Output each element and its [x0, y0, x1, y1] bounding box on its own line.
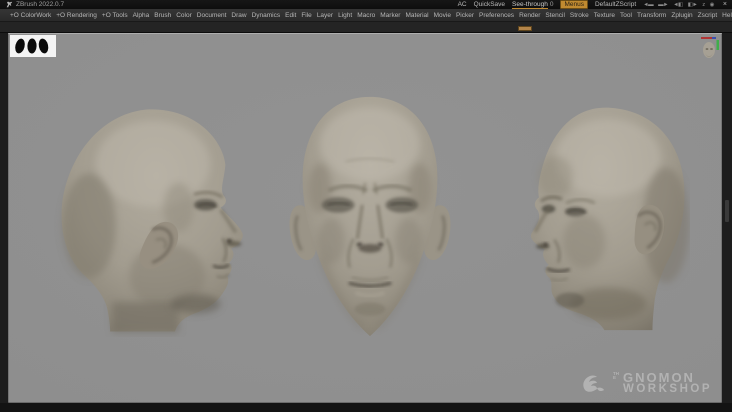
- see-through-slider[interactable]: See-through 0: [512, 1, 553, 9]
- scroll-left-tray-icon[interactable]: ◄▬: [643, 2, 653, 8]
- bottom-bar: [0, 403, 732, 412]
- menu-item-stroke[interactable]: Stroke: [569, 12, 590, 19]
- menu-item-file[interactable]: File: [300, 12, 312, 19]
- left-tray[interactable]: [0, 33, 8, 403]
- menu-item-stencil[interactable]: Stencil: [544, 12, 566, 19]
- see-through-label: See-through: [512, 0, 548, 9]
- menu-item-zplugin[interactable]: Zplugin: [670, 12, 693, 19]
- menu-item-transform[interactable]: Transform: [636, 12, 667, 19]
- menu-item-layer[interactable]: Layer: [316, 12, 334, 19]
- active-tool-preview-icon[interactable]: [700, 37, 720, 63]
- watermark-sub: WORKSHOP: [623, 382, 712, 395]
- menu-item-marker[interactable]: Marker: [379, 12, 401, 19]
- menubar: +O ColorWork +O Rendering +O Tools Alpha Bru…: [0, 9, 732, 22]
- menu-item-tool[interactable]: Tool: [619, 12, 633, 19]
- menu-item-macro[interactable]: Macro: [356, 12, 376, 19]
- see-through-value: 0: [549, 0, 554, 8]
- menus-button[interactable]: Menus: [560, 0, 588, 9]
- menu-item-alpha[interactable]: Alpha: [132, 12, 151, 19]
- divider-handle[interactable]: [518, 26, 532, 31]
- menu-item-document[interactable]: Document: [196, 12, 228, 19]
- sculpt-head-front[interactable]: [288, 93, 452, 341]
- sculpt-head-profile[interactable]: [53, 105, 253, 337]
- menu-item-light[interactable]: Light: [337, 12, 353, 19]
- zbrush-window: ZBrush 2022.0.7 AC QuickSave See-through…: [0, 0, 732, 412]
- slide-right-tray-icon[interactable]: ◧►: [688, 2, 698, 8]
- watermark-name: GNOMON: [623, 369, 695, 385]
- menu-item-zscript[interactable]: Zscript: [697, 12, 719, 19]
- tray-divider-grip[interactable]: [725, 200, 729, 222]
- zoom-canvas-icon[interactable]: z: [702, 2, 705, 8]
- thumbnail-preview[interactable]: [10, 35, 56, 57]
- menu-item-edit[interactable]: Edit: [284, 12, 297, 19]
- toolbar-strip: [0, 22, 732, 33]
- ac-button[interactable]: AC: [458, 1, 467, 8]
- slide-left-tray-icon[interactable]: ◄◧: [673, 2, 683, 8]
- default-zscript-button[interactable]: DefaultZScript: [595, 1, 636, 8]
- menu-item-render[interactable]: Render: [518, 12, 541, 19]
- gnomon-watermark: THE GNOMON WORKSHOP: [581, 371, 712, 396]
- sculpt-head-three-quarter[interactable]: [512, 103, 690, 333]
- quicksave-button[interactable]: QuickSave: [474, 1, 505, 8]
- menu-item-dynamics[interactable]: Dynamics: [251, 12, 282, 19]
- menu-item-o-tools[interactable]: +O Tools: [101, 12, 129, 19]
- gnomon-logo-icon: [583, 375, 604, 392]
- menu-item-o-rendering[interactable]: +O Rendering: [55, 12, 98, 19]
- titlebar: ZBrush 2022.0.7 AC QuickSave See-through…: [0, 0, 732, 9]
- menu-item-preferences[interactable]: Preferences: [478, 12, 515, 19]
- menu-item-brush[interactable]: Brush: [153, 12, 172, 19]
- menu-item-picker[interactable]: Picker: [455, 12, 475, 19]
- zbrush-logo-icon: [6, 1, 13, 8]
- menu-item-help[interactable]: Help: [721, 12, 732, 19]
- watermark-the: THE: [613, 370, 619, 381]
- menu-item-o-colorwork[interactable]: +O ColorWork: [9, 12, 52, 19]
- circle-icon[interactable]: ◉: [710, 2, 715, 8]
- scroll-right-tray-icon[interactable]: ▬►: [658, 2, 668, 8]
- app-title: ZBrush 2022.0.7: [16, 1, 65, 8]
- menu-item-material[interactable]: Material: [404, 12, 429, 19]
- menu-item-color[interactable]: Color: [175, 12, 193, 19]
- close-icon[interactable]: ×: [721, 1, 727, 8]
- menu-item-movie[interactable]: Movie: [433, 12, 452, 19]
- right-tray[interactable]: [722, 33, 732, 403]
- sculpt-canvas[interactable]: THE GNOMON WORKSHOP: [8, 33, 722, 403]
- titlebar-icon-group: ◄▬ ▬► ◄◧ ◧► z ◉: [643, 2, 714, 8]
- menu-item-draw[interactable]: Draw: [230, 12, 247, 19]
- menu-item-texture[interactable]: Texture: [593, 12, 616, 19]
